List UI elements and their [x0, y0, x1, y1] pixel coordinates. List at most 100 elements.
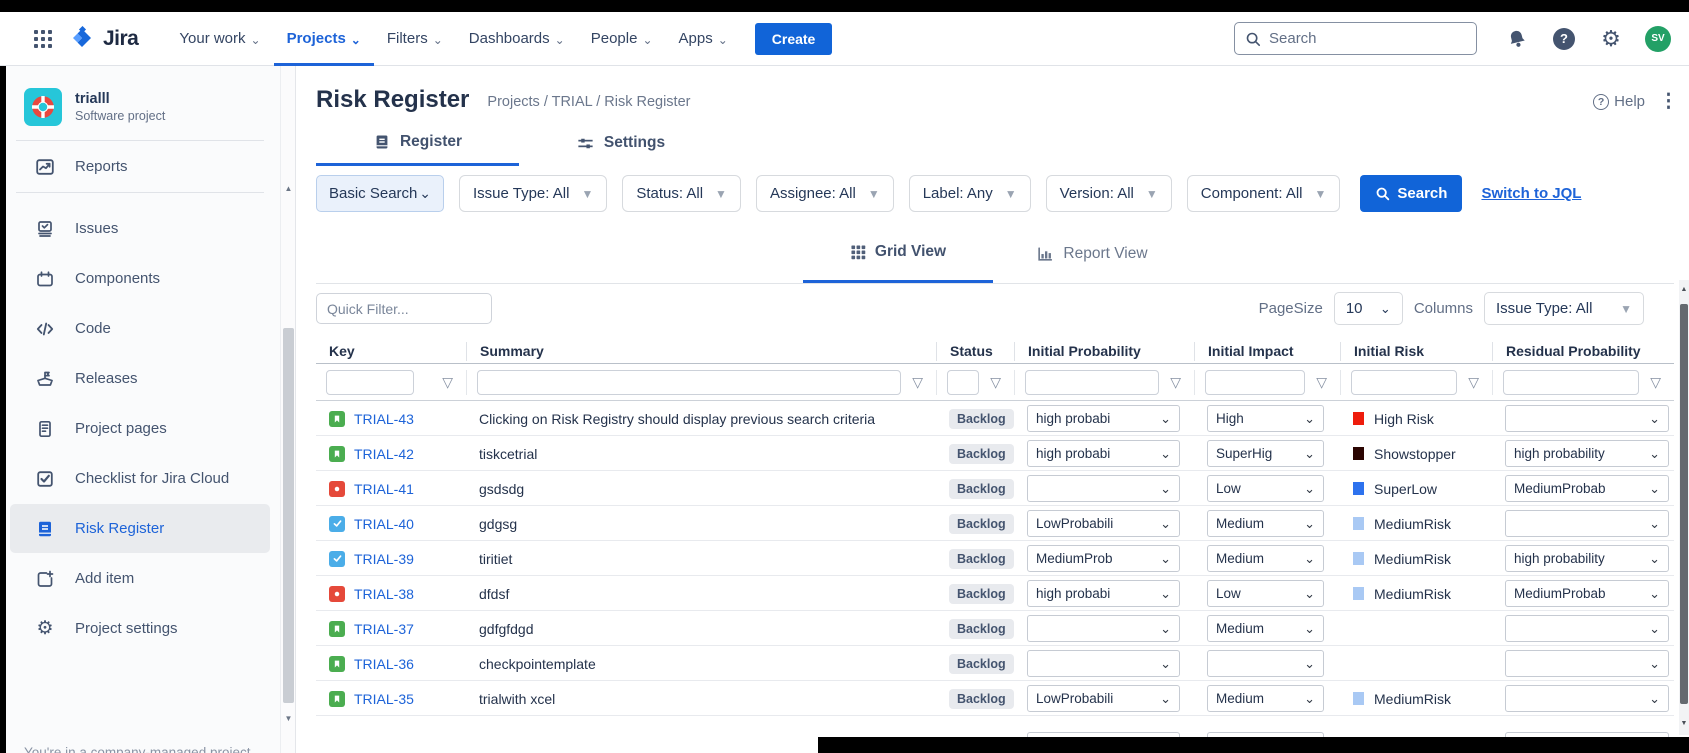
status-filter-input[interactable]	[947, 370, 979, 395]
issue-key-link[interactable]: TRIAL-39	[354, 551, 414, 567]
residual-probability-select[interactable]: ⌄	[1505, 615, 1669, 642]
funnel-icon[interactable]: ▽	[1316, 374, 1327, 391]
key-filter-input[interactable]	[326, 370, 414, 395]
initial-impact-select[interactable]: Medium ⌄	[1207, 545, 1324, 572]
sidebar-item-releases[interactable]: Releases	[10, 354, 270, 403]
column-header-status[interactable]: Status	[936, 342, 1014, 361]
nav-item-projects[interactable]: Projects ⌄	[274, 12, 374, 66]
initial-probability-select[interactable]: LowProbabili ⌄	[1027, 510, 1180, 537]
sidebar-item-checklist[interactable]: Checklist for Jira Cloud	[10, 454, 270, 503]
issue-key-link[interactable]: TRIAL-38	[354, 586, 414, 602]
columns-select[interactable]: Issue Type: All ▼	[1484, 292, 1644, 325]
issue-key-link[interactable]: TRIAL-40	[354, 516, 414, 532]
issue-key-link[interactable]: TRIAL-36	[354, 656, 414, 672]
sidebar-item-add-item[interactable]: Add item	[10, 554, 270, 603]
create-button[interactable]: Create	[755, 23, 833, 55]
initial-probability-filter-input[interactable]	[1025, 370, 1159, 395]
sidebar-item-risk-register[interactable]: Risk Register	[10, 504, 270, 553]
pagesize-select[interactable]: 10 ⌄	[1334, 292, 1403, 325]
sidebar-item-code[interactable]: Code	[10, 304, 270, 353]
sidebar-item-issues[interactable]: Issues	[10, 204, 270, 253]
column-header-initial-risk[interactable]: Initial Risk	[1340, 342, 1492, 361]
settings-gear-icon[interactable]: ⚙	[1598, 26, 1624, 52]
jira-logo[interactable]: Jira	[70, 26, 138, 52]
initial-probability-select[interactable]: high probabi ⌄	[1027, 405, 1180, 432]
tab-settings[interactable]: Settings	[519, 120, 722, 166]
scroll-up-arrow-icon[interactable]: ▲	[281, 184, 296, 193]
app-switcher-icon[interactable]	[30, 26, 56, 52]
initial-probability-select[interactable]: LowProbabili ⌄	[1027, 685, 1180, 712]
initial-impact-select[interactable]: ⌄	[1207, 650, 1324, 677]
sidebar-scrollbar-thumb[interactable]	[283, 328, 294, 703]
nav-item-your-work[interactable]: Your work ⌄	[166, 12, 273, 66]
sidebar-scrollbar[interactable]: ▲ ▼	[280, 66, 295, 753]
scroll-down-arrow-icon[interactable]: ▼	[1679, 720, 1689, 727]
sidebar-item-project-settings[interactable]: ⚙ Project settings	[10, 604, 270, 653]
help-link[interactable]: ? Help	[1593, 93, 1645, 110]
initial-impact-select[interactable]: SuperHig ⌄	[1207, 440, 1324, 467]
initial-probability-select[interactable]: MediumProb ⌄	[1027, 545, 1180, 572]
initial-probability-select[interactable]: high probabi ⌄	[1027, 440, 1180, 467]
search-button[interactable]: Search	[1360, 175, 1462, 212]
notifications-bell-icon[interactable]	[1504, 26, 1530, 52]
filter-issue-type[interactable]: Issue Type: All ▼	[459, 175, 607, 212]
initial-impact-select[interactable]: Medium ⌄	[1207, 685, 1324, 712]
scroll-up-arrow-icon[interactable]: ▲	[1679, 286, 1689, 293]
initial-impact-filter-input[interactable]	[1205, 370, 1305, 395]
residual-probability-select[interactable]: MediumProbab ⌄	[1505, 475, 1669, 502]
initial-probability-select[interactable]: ⌄	[1027, 615, 1180, 642]
main-scrollbar[interactable]: ▲ ▼	[1679, 280, 1689, 735]
residual-probability-filter-input[interactable]	[1503, 370, 1639, 395]
residual-probability-select[interactable]: ⌄	[1505, 405, 1669, 432]
issue-key-link[interactable]: TRIAL-42	[354, 446, 414, 462]
tab-register[interactable]: Register	[316, 120, 519, 166]
column-header-initial-impact[interactable]: Initial Impact	[1194, 342, 1340, 361]
main-scrollbar-thumb[interactable]	[1680, 304, 1688, 704]
initial-impact-select[interactable]: Medium ⌄	[1207, 615, 1324, 642]
filter-component[interactable]: Component: All ▼	[1187, 175, 1341, 212]
column-header-key[interactable]: Key	[316, 342, 466, 361]
column-header-initial-probability[interactable]: Initial Probability	[1014, 342, 1194, 361]
residual-probability-select[interactable]: MediumProbab ⌄	[1505, 580, 1669, 607]
funnel-icon[interactable]: ▽	[1170, 374, 1181, 391]
initial-probability-select[interactable]: ⌄	[1027, 650, 1180, 677]
nav-item-filters[interactable]: Filters ⌄	[374, 12, 456, 66]
nav-item-people[interactable]: People ⌄	[578, 12, 666, 66]
issue-key-link[interactable]: TRIAL-41	[354, 481, 414, 497]
issue-key-link[interactable]: TRIAL-43	[354, 411, 414, 427]
filter-assignee[interactable]: Assignee: All ▼	[756, 175, 894, 212]
initial-probability-select[interactable]: ⌄	[1027, 475, 1180, 502]
filter-status[interactable]: Status: All ▼	[622, 175, 741, 212]
tab-grid-view[interactable]: Grid View	[803, 224, 993, 283]
global-search[interactable]	[1234, 22, 1477, 55]
nav-item-dashboards[interactable]: Dashboards ⌄	[456, 12, 578, 66]
user-avatar[interactable]: SV	[1645, 26, 1671, 52]
column-header-summary[interactable]: Summary	[466, 342, 936, 361]
funnel-icon[interactable]: ▽	[1650, 374, 1661, 391]
sidebar-item-project-pages[interactable]: Project pages	[10, 404, 270, 453]
filter-version[interactable]: Version: All ▼	[1046, 175, 1172, 212]
initial-impact-select[interactable]: Low ⌄	[1207, 580, 1324, 607]
sidebar-item-reports[interactable]: Reports	[10, 142, 270, 191]
tab-report-view[interactable]: Report View	[997, 224, 1187, 283]
funnel-icon[interactable]: ▽	[1468, 374, 1479, 391]
nav-item-apps[interactable]: Apps ⌄	[666, 12, 741, 66]
initial-impact-select[interactable]: High ⌄	[1207, 405, 1324, 432]
initial-probability-select[interactable]: high probabi ⌄	[1027, 580, 1180, 607]
kebab-menu-icon[interactable]: ⋮	[1659, 90, 1678, 113]
residual-probability-select[interactable]: high probability ⌄	[1505, 545, 1669, 572]
help-circle-icon[interactable]: ?	[1551, 26, 1577, 52]
sidebar-item-components[interactable]: Components	[10, 254, 270, 303]
switch-to-jql-link[interactable]: Switch to JQL	[1481, 185, 1581, 202]
residual-probability-select[interactable]: ⌄	[1505, 510, 1669, 537]
scroll-down-arrow-icon[interactable]: ▼	[281, 714, 296, 723]
summary-filter-input[interactable]	[477, 370, 901, 395]
initial-risk-filter-input[interactable]	[1351, 370, 1457, 395]
filter-label[interactable]: Label: Any ▼	[909, 175, 1031, 212]
quick-filter-input[interactable]	[316, 293, 492, 324]
funnel-icon[interactable]: ▽	[442, 374, 453, 391]
funnel-icon[interactable]: ▽	[990, 374, 1001, 391]
funnel-icon[interactable]: ▽	[912, 374, 923, 391]
issue-key-link[interactable]: TRIAL-37	[354, 621, 414, 637]
issue-key-link[interactable]: TRIAL-35	[354, 691, 414, 707]
